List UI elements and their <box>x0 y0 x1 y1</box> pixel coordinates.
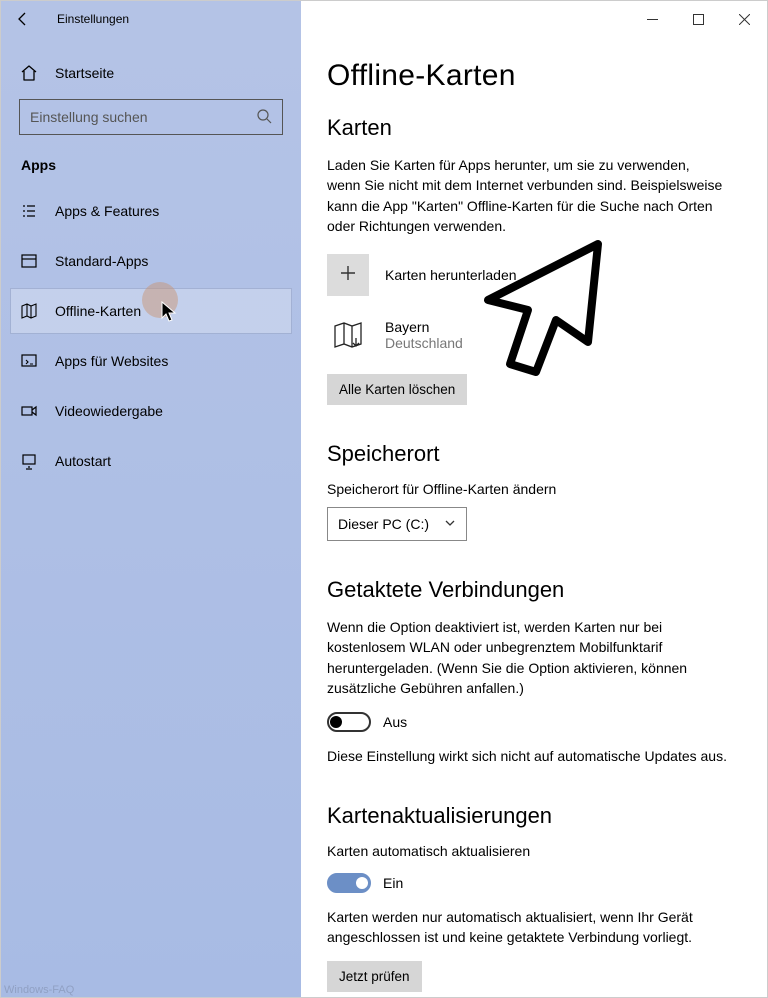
content-pane: Offline-Karten Karten Laden Sie Karten f… <box>301 37 767 997</box>
back-button[interactable] <box>1 1 45 37</box>
auto-update-state: Ein <box>383 875 403 891</box>
sidebar-item-label: Standard-Apps <box>55 253 148 269</box>
search-input[interactable]: Einstellung suchen <box>19 99 283 135</box>
map-download-icon <box>327 314 369 356</box>
check-now-button[interactable]: Jetzt prüfen <box>327 961 422 992</box>
watermark: Windows-FAQ <box>4 984 74 996</box>
metered-description: Wenn die Option deaktiviert ist, werden … <box>327 617 727 698</box>
sidebar-item-offline-maps[interactable]: Offline-Karten <box>11 289 291 333</box>
map-region-country: Deutschland <box>385 335 463 351</box>
page-title: Offline-Karten <box>327 59 741 93</box>
download-maps-button[interactable] <box>327 254 369 296</box>
sidebar-home-label: Startseite <box>55 65 114 81</box>
sidebar: Startseite Einstellung suchen Apps Apps … <box>1 37 301 997</box>
map-icon <box>19 302 39 320</box>
metered-toggle[interactable] <box>327 712 371 732</box>
maps-description: Laden Sie Karten für Apps herunter, um s… <box>327 155 727 236</box>
metered-note: Diese Einstellung wirkt sich nicht auf a… <box>327 746 727 766</box>
sidebar-item-label: Apps & Features <box>55 203 159 219</box>
download-maps-label: Karten herunterladen <box>385 267 517 283</box>
storage-value: Dieser PC (C:) <box>338 516 429 532</box>
sidebar-item-startup[interactable]: Autostart <box>11 439 291 483</box>
home-icon <box>19 64 39 82</box>
maximize-button[interactable] <box>675 1 721 37</box>
auto-update-toggle[interactable] <box>327 873 371 893</box>
sidebar-group-label: Apps <box>11 149 291 185</box>
section-maps-heading: Karten <box>327 115 741 141</box>
sidebar-item-label: Offline-Karten <box>55 303 141 319</box>
sidebar-item-apps-features[interactable]: Apps & Features <box>11 189 291 233</box>
storage-select[interactable]: Dieser PC (C:) <box>327 507 467 541</box>
section-metered-heading: Getaktete Verbindungen <box>327 577 741 603</box>
sidebar-item-default-apps[interactable]: Standard-Apps <box>11 239 291 283</box>
storage-label: Speicherort für Offline-Karten ändern <box>327 481 741 497</box>
defaults-icon <box>19 252 39 270</box>
plus-icon <box>339 262 357 288</box>
search-placeholder: Einstellung suchen <box>30 109 148 125</box>
minimize-button[interactable] <box>629 1 675 37</box>
delete-all-maps-button[interactable]: Alle Karten löschen <box>327 374 467 405</box>
website-icon <box>19 352 39 370</box>
sidebar-item-apps-websites[interactable]: Apps für Websites <box>11 339 291 383</box>
sidebar-item-label: Autostart <box>55 453 111 469</box>
titlebar: Einstellungen <box>1 1 767 37</box>
window-title: Einstellungen <box>57 12 129 26</box>
video-icon <box>19 402 39 420</box>
search-icon <box>256 108 272 127</box>
close-button[interactable] <box>721 1 767 37</box>
metered-toggle-state: Aus <box>383 714 407 730</box>
updates-note: Karten werden nur automatisch aktualisie… <box>327 907 727 948</box>
list-icon <box>19 202 39 220</box>
map-region-name: Bayern <box>385 319 463 335</box>
section-storage-heading: Speicherort <box>327 441 741 467</box>
map-entry-bayern[interactable]: Bayern Deutschland <box>327 314 741 356</box>
sidebar-item-label: Apps für Websites <box>55 353 168 369</box>
section-updates-heading: Kartenaktualisierungen <box>327 803 741 829</box>
sidebar-item-video-playback[interactable]: Videowiedergabe <box>11 389 291 433</box>
chevron-down-icon <box>444 516 456 532</box>
sidebar-home[interactable]: Startseite <box>11 51 291 95</box>
startup-icon <box>19 452 39 470</box>
sidebar-item-label: Videowiedergabe <box>55 403 163 419</box>
updates-label: Karten automatisch aktualisieren <box>327 843 741 859</box>
